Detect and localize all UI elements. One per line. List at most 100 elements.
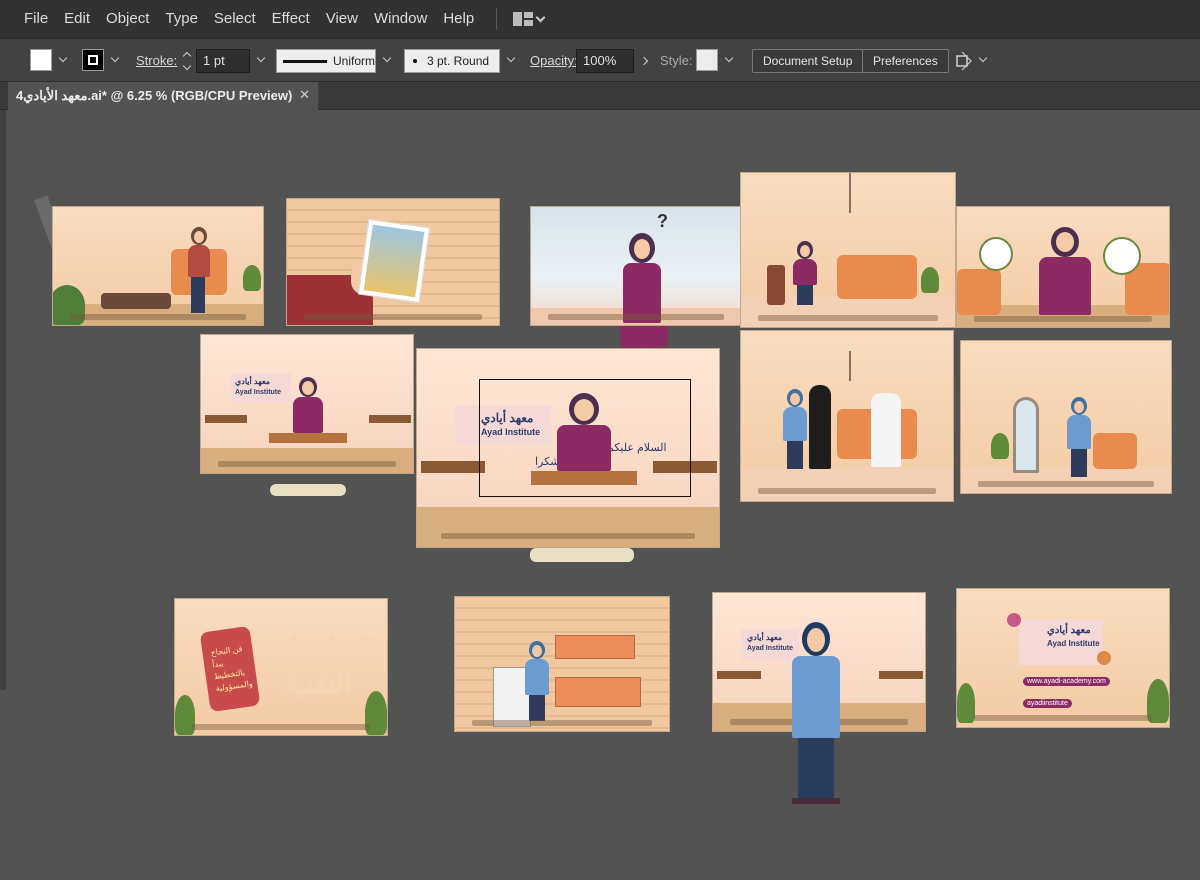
- logo-arabic: معهد أيادي: [747, 633, 782, 642]
- brush-dropdown-button[interactable]: [502, 49, 520, 71]
- stroke-weight-stepper[interactable]: [180, 49, 194, 73]
- menu-object[interactable]: Object: [98, 0, 157, 38]
- subtitle-bar: [758, 314, 938, 321]
- armchair: [1093, 433, 1137, 469]
- artboard-8[interactable]: [740, 330, 954, 502]
- document-tab-title: معهد الأيادي4.ai* @ 6.25 % (RGB/CPU Prev…: [16, 88, 293, 103]
- graphic-style-swatch[interactable]: [696, 49, 718, 71]
- workspace-switcher-button[interactable]: [507, 12, 550, 26]
- character-girl: [783, 389, 807, 469]
- preferences-button[interactable]: Preferences: [862, 49, 949, 73]
- artboard-4[interactable]: [740, 172, 956, 328]
- floor: [741, 467, 953, 501]
- phone-illustration: فن النجاح يبدأ بالتخطيط والمسؤولية: [199, 625, 261, 713]
- artboard-11[interactable]: [454, 596, 670, 732]
- plant: [921, 267, 939, 293]
- artboard-13[interactable]: معهد أيادي Ayad Institute www.ayadi-acad…: [956, 588, 1170, 728]
- fill-dropdown-button[interactable]: [54, 49, 72, 71]
- artboard-3[interactable]: ?: [530, 206, 742, 326]
- phone-message: فن النجاح يبدأ بالتخطيط والمسؤولية: [209, 644, 254, 694]
- subtitle-bar: [472, 719, 652, 726]
- sofa: [837, 255, 917, 299]
- contact-website: www.ayadi-academy.com: [1023, 677, 1110, 686]
- logo-arabic: معهد أيادي: [1047, 625, 1091, 636]
- fill-color-swatch[interactable]: [30, 49, 52, 71]
- stroke-square-icon: [88, 55, 98, 65]
- character-presenter: [1039, 227, 1091, 315]
- artboard-9[interactable]: [960, 340, 1172, 494]
- logo-english: Ayad Institute: [235, 389, 282, 396]
- brush-label: 3 pt. Round: [427, 54, 490, 68]
- opacity-field[interactable]: 100%: [576, 49, 634, 73]
- stroke-line-icon: [283, 59, 327, 63]
- menu-file[interactable]: File: [16, 0, 56, 38]
- stroke-dropdown-button[interactable]: [106, 49, 124, 71]
- floor: [417, 507, 719, 547]
- subtitle-bar: [547, 314, 725, 321]
- document-setup-button[interactable]: Document Setup: [752, 49, 864, 73]
- close-icon[interactable]: ✕: [299, 87, 310, 103]
- stroke-label[interactable]: Stroke:: [136, 49, 177, 73]
- chevron-down-icon: [256, 53, 266, 63]
- menu-select[interactable]: Select: [206, 0, 264, 38]
- stroke-color-swatch[interactable]: [82, 49, 104, 71]
- stroke-weight-dropdown[interactable]: [252, 49, 270, 71]
- mirror: [1013, 397, 1039, 473]
- align-dropdown-button[interactable]: [974, 49, 992, 71]
- document-tab-bar: معهد الأيادي4.ai* @ 6.25 % (RGB/CPU Prev…: [0, 82, 1200, 110]
- menu-help[interactable]: Help: [435, 0, 482, 38]
- menu-effect[interactable]: Effect: [264, 0, 318, 38]
- desk-shadow: [530, 548, 634, 562]
- brush-dot-icon: [413, 59, 417, 63]
- artboard-6[interactable]: معهد أيادي Ayad Institute: [200, 334, 414, 474]
- stroke-weight-field[interactable]: 1 pt: [196, 49, 250, 73]
- brush-definition[interactable]: 3 pt. Round: [404, 49, 500, 73]
- opacity-flyout-button[interactable]: [636, 49, 652, 73]
- flower-icon: [1097, 651, 1111, 665]
- document-tab[interactable]: معهد الأيادي4.ai* @ 6.25 % (RGB/CPU Prev…: [8, 82, 318, 110]
- side-desk: [369, 415, 411, 423]
- kitchen-cabinet-lower: [555, 677, 641, 707]
- chevron-down-icon: [978, 53, 988, 63]
- profile-dropdown-button[interactable]: [378, 49, 396, 71]
- subtitle-bar: [217, 461, 397, 468]
- ceiling-lamp: [849, 173, 851, 213]
- toolbar-edge: [0, 110, 6, 690]
- control-bar: Stroke: 1 pt Uniform 3 pt. Round Opacity…: [0, 38, 1200, 82]
- character-teacher: [293, 377, 323, 437]
- family-photo: [358, 219, 430, 303]
- menu-type[interactable]: Type: [157, 0, 206, 38]
- stroke-profile-label: Uniform: [332, 54, 375, 68]
- logo-english: Ayad Institute: [1047, 639, 1100, 648]
- style-dropdown-button[interactable]: [720, 49, 738, 71]
- selection-bounding-box[interactable]: [479, 379, 691, 497]
- subtitle-bar: [973, 316, 1153, 323]
- subtitle-bar: [441, 533, 695, 540]
- chevron-down-icon: [58, 53, 68, 63]
- map-icon: [1103, 237, 1141, 275]
- variable-width-profile[interactable]: Uniform: [276, 49, 376, 73]
- artboard-7[interactable]: معهد أيادي Ayad Institute السلام عليكم ش…: [416, 348, 720, 548]
- character-confused: [623, 229, 663, 325]
- artboard-1[interactable]: [52, 206, 264, 326]
- chevron-down-icon: [724, 53, 734, 63]
- subtitle-bar: [977, 480, 1155, 487]
- artboard-2[interactable]: [286, 198, 500, 326]
- chevron-down-icon: [182, 61, 192, 71]
- menu-window[interactable]: Window: [366, 0, 435, 38]
- chevron-right-icon: [639, 56, 649, 66]
- chevron-down-icon: [110, 53, 120, 63]
- ceiling-lamp: [849, 351, 851, 381]
- menu-separator: [496, 8, 498, 30]
- details-title-1: التفاصيل: [279, 631, 373, 661]
- menu-view[interactable]: View: [318, 0, 366, 38]
- logo-arabic: معهد أيادي: [235, 377, 270, 386]
- artboard-5[interactable]: [956, 206, 1170, 328]
- opacity-label[interactable]: Opacity:: [530, 49, 578, 73]
- transform-align-icon[interactable]: [954, 51, 974, 71]
- workspace-layout-icon: [513, 12, 534, 26]
- chevron-down-icon: [382, 53, 392, 63]
- question-mark-icon: ?: [657, 211, 668, 231]
- menu-edit[interactable]: Edit: [56, 0, 98, 38]
- artboard-10[interactable]: فن النجاح يبدأ بالتخطيط والمسؤولية التفا…: [174, 598, 388, 736]
